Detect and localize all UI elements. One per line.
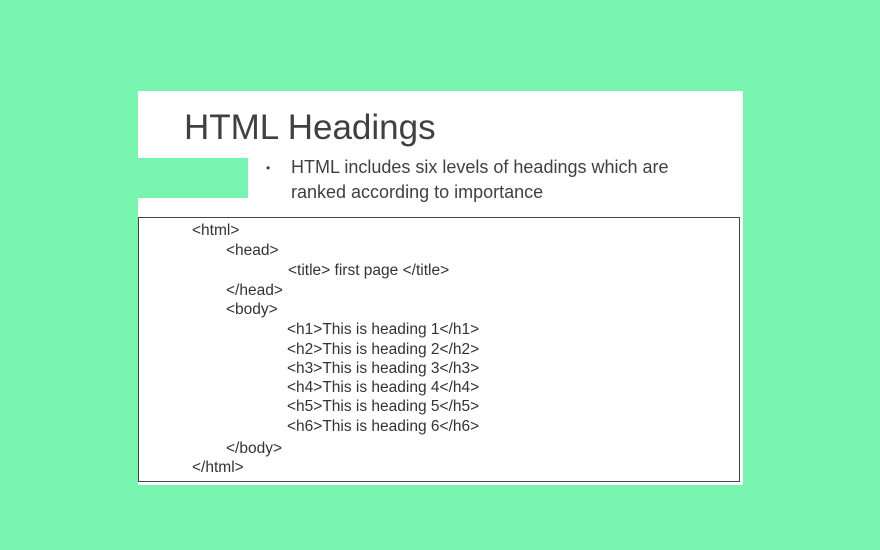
slide-accent-block [138, 158, 248, 198]
code-line-h1: <h1>This is heading 1</h1> [287, 321, 480, 338]
code-line-h5: <h5>This is heading 5</h5> [287, 398, 480, 415]
code-line-h2: <h2>This is heading 2</h2> [287, 341, 480, 358]
code-line-title: <title> first page </title> [288, 262, 450, 279]
code-line-body-close: </body> [226, 440, 283, 457]
bullet-marker: • [266, 161, 271, 175]
slide-title: HTML Headings [184, 108, 436, 147]
code-line-html-open: <html> [192, 222, 240, 239]
code-line-head-open: <head> [226, 242, 279, 259]
code-line-h4: <h4>This is heading 4</h4> [287, 379, 480, 396]
code-line-body-open: <body> [226, 301, 278, 318]
bullet-text: HTML includes six levels of headings whi… [291, 157, 669, 202]
code-line-head-close: </head> [226, 282, 283, 299]
code-line-html-close: </html> [192, 459, 244, 476]
code-line-h6: <h6>This is heading 6</h6> [287, 418, 480, 435]
code-line-h3: <h3>This is heading 3</h3> [287, 360, 480, 377]
bullet-list: • HTML includes six levels of headings w… [266, 155, 721, 205]
bullet-item: • HTML includes six levels of headings w… [266, 155, 721, 205]
